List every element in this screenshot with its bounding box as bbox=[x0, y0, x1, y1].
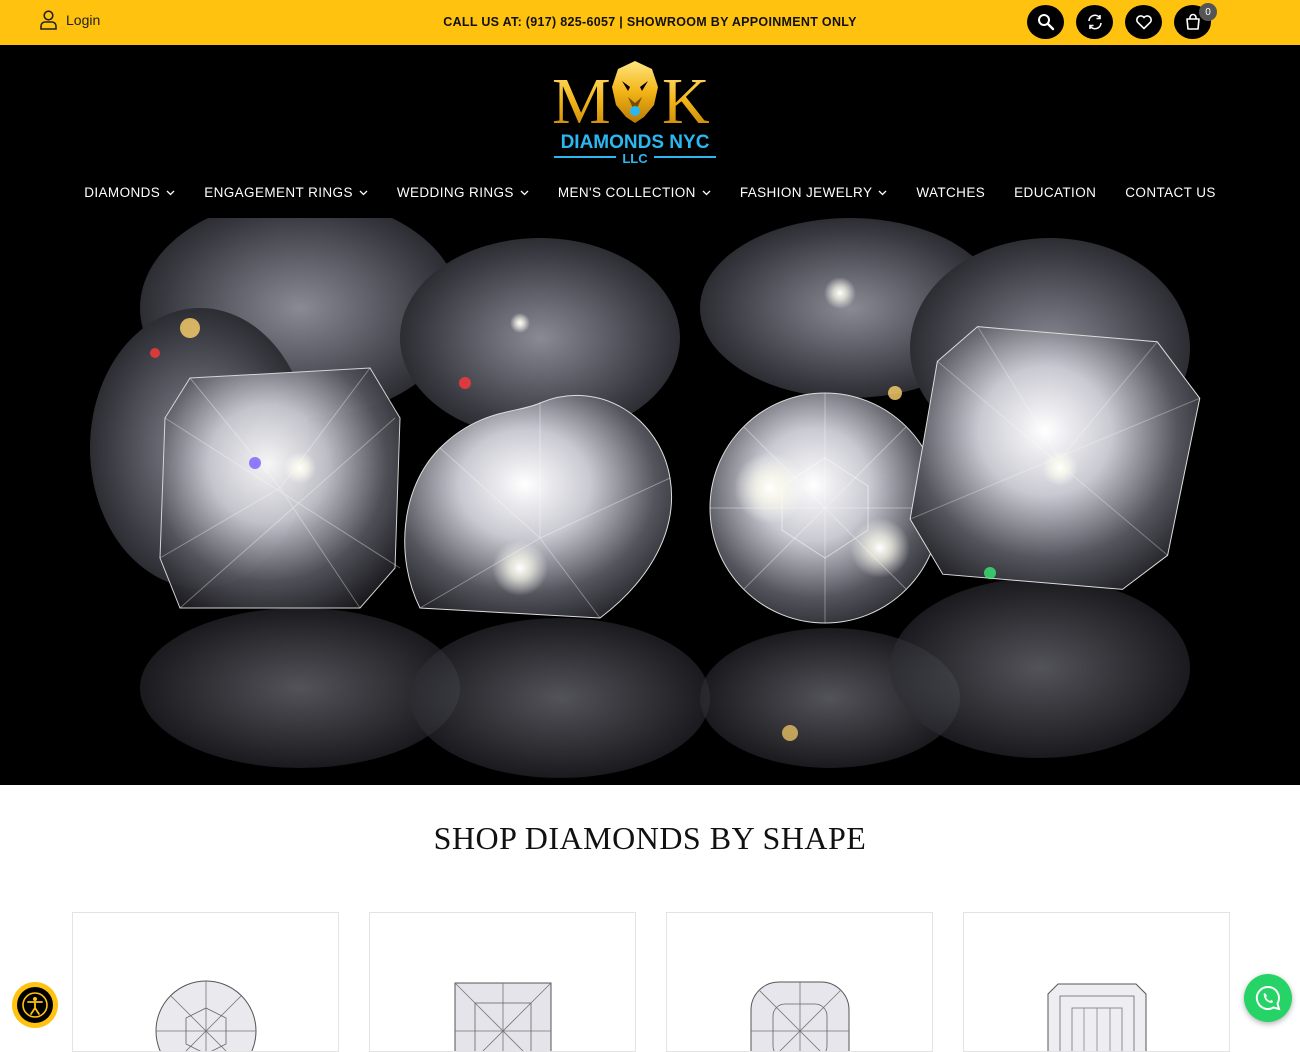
nav-item-watches[interactable]: WATCHES bbox=[902, 185, 1000, 200]
shape-card-cushion[interactable] bbox=[666, 912, 933, 1052]
whatsapp-button[interactable] bbox=[1244, 974, 1292, 1022]
svg-text:K: K bbox=[662, 65, 710, 138]
nav-item-engagement-rings[interactable]: ENGAGEMENT RINGS bbox=[190, 185, 383, 200]
nav-item-contact-us[interactable]: CONTACT US bbox=[1111, 185, 1231, 200]
nav-item-diamonds[interactable]: DIAMONDS bbox=[70, 185, 190, 200]
shape-card-princess[interactable] bbox=[369, 912, 636, 1052]
section-title: SHOP DIAMONDS BY SHAPE bbox=[433, 820, 867, 856]
nav-label: ENGAGEMENT RINGS bbox=[204, 185, 353, 200]
cushion-diamond-icon bbox=[750, 981, 850, 1051]
cart-count-badge: 0 bbox=[1199, 3, 1217, 21]
chevron-down-icon bbox=[166, 190, 175, 195]
nav-label: EDUCATION bbox=[1014, 185, 1097, 200]
nav-label: WATCHES bbox=[916, 185, 986, 200]
nav-item-education[interactable]: EDUCATION bbox=[1000, 185, 1111, 200]
logo-line2: LLC bbox=[622, 151, 648, 165]
chevron-down-icon bbox=[520, 190, 529, 195]
chevron-down-icon bbox=[359, 190, 368, 195]
nav-label: MEN'S COLLECTION bbox=[557, 185, 696, 200]
svg-text:M: M bbox=[552, 65, 611, 138]
site-header: M K DIAMONDS NYC LLC DIAMONDS ENGAGEMENT… bbox=[0, 45, 1300, 218]
nav-item-wedding-rings[interactable]: WEDDING RINGS bbox=[382, 185, 543, 200]
main-nav: DIAMONDS ENGAGEMENT RINGS WEDDING RINGS … bbox=[0, 185, 1300, 200]
whatsapp-icon bbox=[1255, 985, 1281, 1011]
chevron-down-icon bbox=[878, 190, 887, 195]
compare-icon bbox=[1087, 14, 1102, 30]
princess-diamond-icon bbox=[454, 982, 552, 1051]
top-bar: Login CALL US AT: (917) 825-6057 | SHOWR… bbox=[0, 0, 1300, 45]
lion-icon bbox=[612, 61, 658, 123]
round-diamond-icon bbox=[155, 980, 257, 1051]
search-button[interactable] bbox=[1027, 5, 1064, 39]
nav-label: DIAMONDS bbox=[84, 185, 161, 200]
compare-button[interactable] bbox=[1076, 5, 1113, 39]
nav-item-mens-collection[interactable]: MEN'S COLLECTION bbox=[543, 185, 725, 200]
shape-card-round[interactable] bbox=[72, 912, 339, 1052]
nav-label: FASHION JEWELRY bbox=[739, 185, 873, 200]
heart-icon bbox=[1135, 15, 1152, 30]
cart-button[interactable]: 0 bbox=[1174, 3, 1217, 39]
nav-item-fashion-jewelry[interactable]: FASHION JEWELRY bbox=[725, 185, 902, 200]
hero-banner bbox=[0, 218, 1300, 785]
brand-logo[interactable]: M K DIAMONDS NYC LLC bbox=[548, 57, 723, 166]
emerald-diamond-icon bbox=[1047, 983, 1147, 1051]
shape-card-emerald[interactable] bbox=[963, 912, 1230, 1052]
search-icon bbox=[1037, 14, 1054, 31]
wishlist-button[interactable] bbox=[1125, 5, 1162, 39]
logo-line1: DIAMONDS NYC bbox=[561, 132, 710, 153]
nav-label: CONTACT US bbox=[1125, 185, 1216, 200]
nav-label: WEDDING RINGS bbox=[396, 185, 514, 200]
accessibility-icon bbox=[22, 992, 48, 1018]
diamonds-hero-image bbox=[0, 218, 1300, 785]
accessibility-button[interactable] bbox=[12, 982, 58, 1028]
chevron-down-icon bbox=[702, 190, 711, 195]
